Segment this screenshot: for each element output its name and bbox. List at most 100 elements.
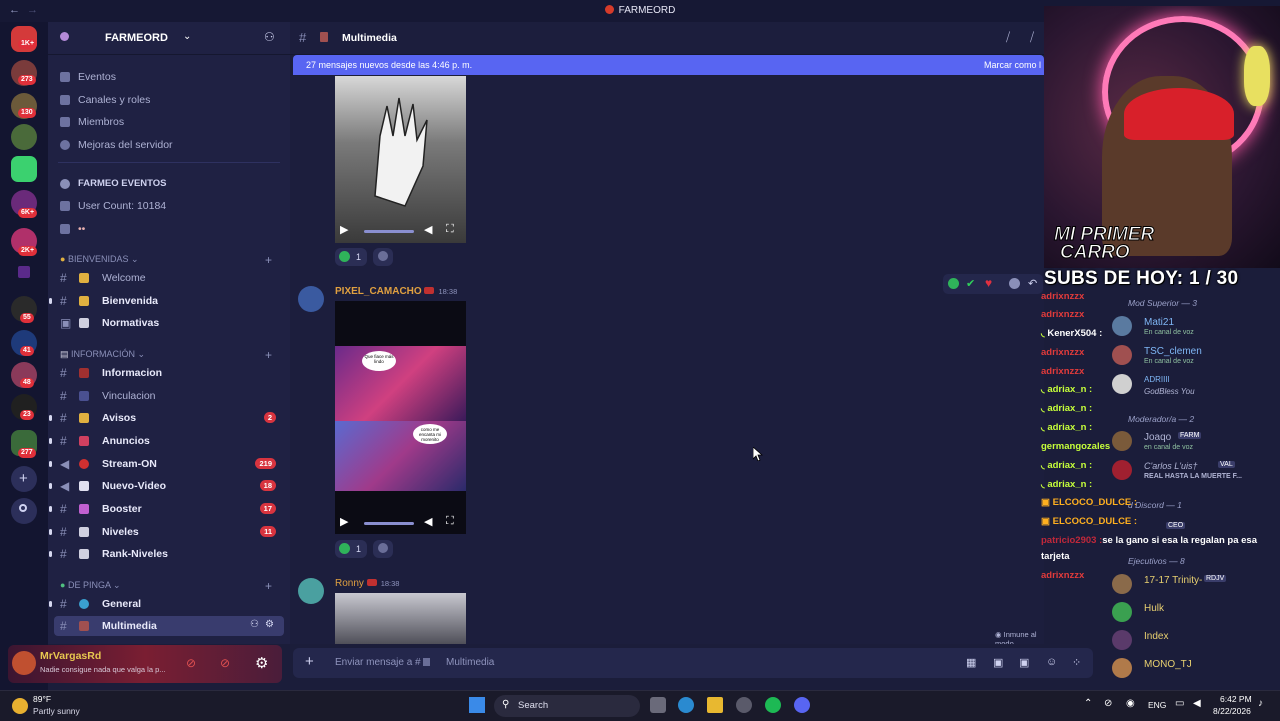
add-member-icon[interactable]: ⚇ (250, 619, 259, 630)
mic-icon[interactable]: ◉ (1126, 698, 1135, 709)
sidebar-item-events[interactable]: Eventos (48, 67, 290, 87)
video-progress[interactable] (364, 522, 414, 525)
channel-stream-on[interactable]: ◀ Stream-ON 219 (48, 454, 290, 474)
hash-icon: # (60, 597, 67, 611)
category-informacion[interactable]: ▤ INFORMACIÓN ⌄ + (60, 348, 272, 362)
play-icon[interactable]: ▶ (340, 515, 348, 528)
new-messages-bar[interactable]: 27 mensajes nuevos desde las 4:46 p. m. … (293, 55, 1044, 75)
unread-indicator (49, 551, 52, 557)
fullscreen-icon[interactable]: ⛶ (446, 515, 454, 528)
channel-rank-niveles[interactable]: # Rank-Niveles (48, 544, 290, 564)
category-bienvenidas[interactable]: ● BIENVENIDAS ⌄ + (60, 253, 272, 267)
fullscreen-icon[interactable]: ⛶ (446, 223, 454, 236)
add-channel-icon[interactable]: + (265, 253, 272, 267)
mark-read-button[interactable]: Marcar como l (984, 60, 1041, 70)
role-tag: VAL (1218, 461, 1235, 468)
check-emoji-icon[interactable] (948, 278, 959, 289)
video-attachment[interactable]: Que fiace más lindo como me encanta mi m… (335, 301, 466, 534)
headset-muted-icon[interactable]: ⊘ (220, 656, 230, 670)
stats-title[interactable]: FARMEO EVENTOS (48, 174, 290, 194)
folder-icon[interactable] (18, 266, 30, 278)
channel-nuevo-video[interactable]: ◀ Nuevo-Video 18 (48, 476, 290, 496)
play-icon[interactable]: ▶ (340, 223, 348, 236)
add-reaction-button[interactable] (373, 248, 393, 266)
task-view-icon[interactable] (650, 697, 666, 713)
channel-avisos[interactable]: # Avisos 2 (48, 408, 290, 428)
channel-general[interactable]: # General (48, 594, 290, 614)
sidebar-item-boosts[interactable]: Mejoras del servidor (48, 135, 290, 155)
pin-icon[interactable]: ⧸ (1030, 30, 1034, 45)
mic-muted-icon[interactable]: ⊘ (186, 656, 196, 670)
author-name[interactable]: PIXEL_CAMACHO (335, 286, 422, 297)
monitor-icon[interactable]: ▭ (1175, 698, 1184, 709)
message-composer[interactable]: + Enviar mensaje a # Multimedia ▦ ▣ ▣ ☺ … (293, 648, 1093, 678)
reaction-check[interactable]: 1 (335, 540, 367, 558)
user-count-channel[interactable]: User Count: 10184 (48, 196, 290, 216)
discord-icon[interactable] (794, 697, 810, 713)
gift-icon[interactable]: ▦ (966, 656, 976, 669)
video-attachment[interactable] (335, 76, 466, 243)
add-server-icon[interactable]: + (11, 466, 37, 492)
volume-icon[interactable]: ◀ (424, 515, 432, 528)
gear-icon[interactable]: ⚙ (265, 619, 274, 630)
channel-normativas[interactable]: ▣ Normativas (48, 313, 290, 333)
add-channel-icon[interactable]: + (265, 579, 272, 593)
weather-icon[interactable] (12, 698, 28, 714)
megaphone-icon (79, 436, 89, 446)
add-channel-icon[interactable]: + (265, 348, 272, 362)
obs-icon[interactable] (736, 697, 752, 713)
search-box[interactable]: ⚲ Search (494, 695, 640, 717)
server-icon-4[interactable] (11, 124, 37, 150)
reply-icon[interactable]: ↶ (1028, 277, 1037, 290)
clock-date[interactable]: 8/22/2026 (1213, 706, 1251, 716)
add-reaction-icon[interactable] (1009, 278, 1020, 289)
file-explorer-icon[interactable] (707, 697, 723, 713)
video-attachment[interactable] (335, 593, 466, 644)
chevron-up-icon[interactable]: ⌃ (1084, 698, 1092, 709)
video-progress[interactable] (364, 230, 414, 233)
invite-icon[interactable]: ⚇ (264, 30, 275, 44)
avatar[interactable] (12, 651, 36, 675)
clock-time[interactable]: 6:42 PM (1220, 694, 1252, 704)
windows-start-icon[interactable] (469, 697, 485, 713)
channel-booster[interactable]: # Booster 17 (48, 499, 290, 519)
checkmark-icon[interactable]: ✔ (966, 277, 975, 290)
avatar[interactable] (298, 286, 324, 312)
stats-icon (60, 179, 70, 189)
channel-welcome[interactable]: # Welcome (48, 268, 290, 288)
channel-anuncios[interactable]: # Anuncios (48, 431, 290, 451)
explore-icon[interactable] (11, 498, 37, 524)
hash-icon: # (60, 411, 67, 425)
threads-icon[interactable]: ⧸ (1006, 30, 1010, 45)
heart-icon[interactable]: ♥ (985, 276, 992, 290)
server-header[interactable]: FARMEORD ⌄ ⚇ (48, 22, 290, 55)
voice-channel-emoji[interactable]: •• (48, 219, 290, 239)
notification-bell-icon[interactable]: ♪ (1258, 698, 1263, 709)
network-icon[interactable]: ⊘ (1104, 698, 1112, 709)
channel-vinculacion[interactable]: # Vinculacion (48, 386, 290, 406)
apps-icon[interactable]: ⁘ (1072, 656, 1081, 669)
chat-line: patricio2903 :se la gano si esa la regal… (1041, 535, 1257, 546)
sidebar-item-members[interactable]: Miembros (48, 112, 290, 132)
channel-informacion[interactable]: # Informacion (48, 363, 290, 383)
gif-icon[interactable]: ▣ (993, 656, 1003, 669)
language-indicator[interactable]: ENG (1148, 700, 1166, 710)
add-reaction-button[interactable] (373, 540, 393, 558)
spotify-icon[interactable] (765, 697, 781, 713)
channel-niveles[interactable]: # Niveles 11 (48, 522, 290, 542)
channel-multimedia-active[interactable]: # Multimedia ⚇ ⚙ (54, 616, 284, 636)
author-name[interactable]: Ronny (335, 578, 364, 589)
avatar[interactable] (298, 578, 324, 604)
edge-icon[interactable] (678, 697, 694, 713)
reaction-check[interactable]: 1 (335, 248, 367, 266)
attach-plus-icon[interactable]: + (305, 653, 314, 670)
server-icon-kick[interactable] (11, 156, 37, 182)
volume-icon[interactable]: ◀ (424, 223, 432, 236)
settings-gear-icon[interactable]: ⚙ (255, 654, 268, 672)
speaker-icon[interactable]: ◀ (1193, 698, 1201, 709)
emoji-icon[interactable]: ☺ (1046, 656, 1057, 668)
channel-bienvenida[interactable]: # Bienvenida (48, 291, 290, 311)
sidebar-item-channels-roles[interactable]: Canales y roles (48, 90, 290, 110)
sticker-icon[interactable]: ▣ (1019, 656, 1029, 669)
category-de-pinga[interactable]: ● DE PINGA ⌄ + (60, 579, 272, 593)
